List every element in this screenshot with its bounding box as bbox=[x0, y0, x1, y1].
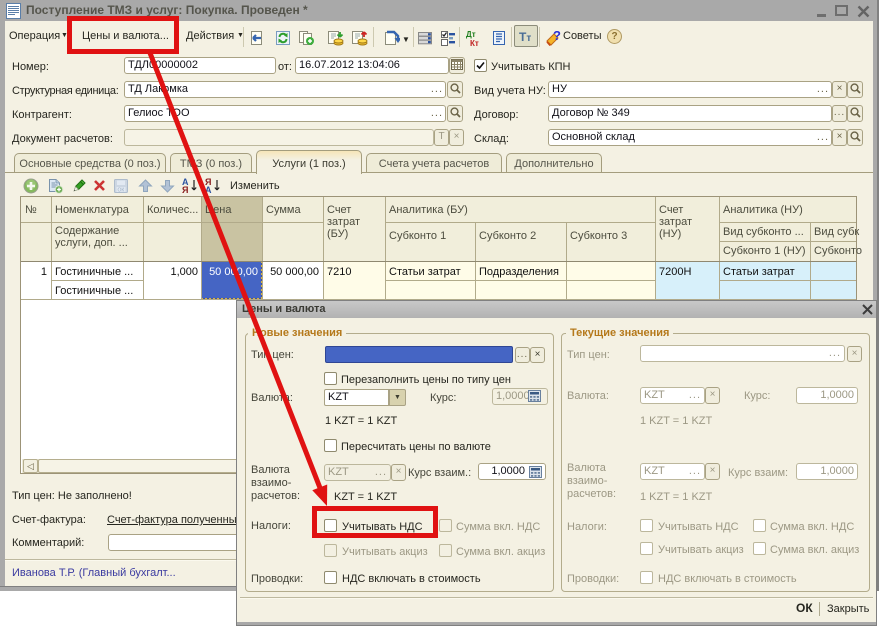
svg-text:Я: Я bbox=[182, 185, 188, 194]
svg-text:?: ? bbox=[553, 29, 561, 43]
svg-text:ОК: ОК bbox=[118, 188, 125, 194]
svg-text:А: А bbox=[205, 185, 212, 194]
